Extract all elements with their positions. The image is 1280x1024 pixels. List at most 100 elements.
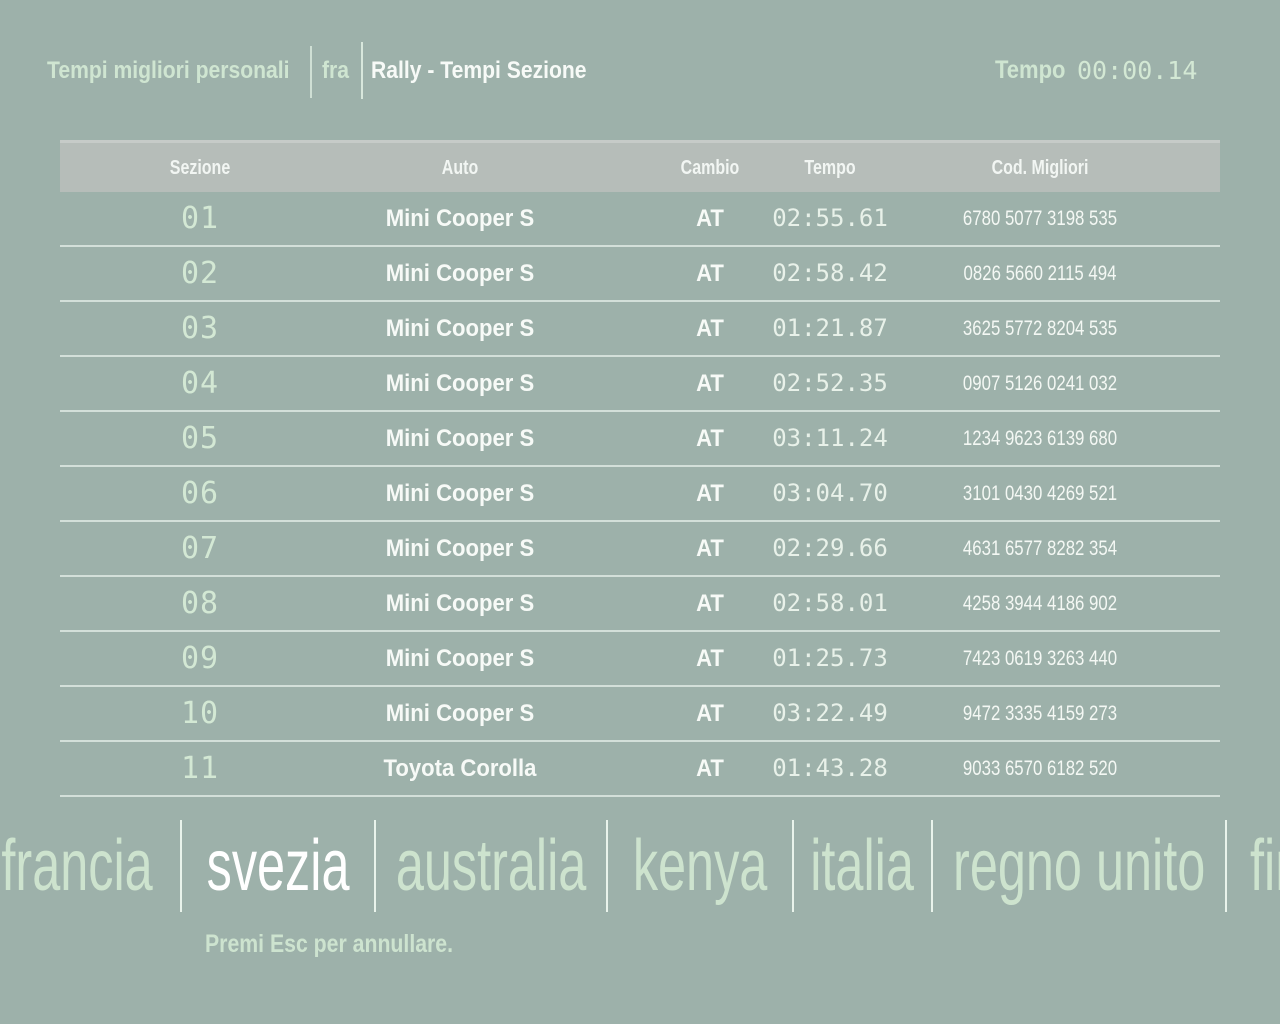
row-time: 01:21.87 [772,302,888,355]
row-car-name: Mini Cooper S [386,412,534,465]
country-tab-label: kenya [633,825,767,907]
page-subtitle: Rally - Tempi Sezione [371,57,587,85]
section-times-table: Sezione Auto Cambio Tempo Cod. Migliori … [60,140,1220,797]
row-section-number: 02 [181,247,219,300]
row-best-code: 1234 9623 6139 680 [963,412,1117,465]
header-divider [361,42,363,99]
row-section-number: 08 [181,577,219,630]
tab-divider [180,820,182,912]
country-tab-francia[interactable]: francia [0,818,181,914]
tab-divider [931,820,933,912]
table-row: 10 Mini Cooper S AT 03:22.49 9472 3335 4… [60,687,1220,742]
row-time: 03:22.49 [772,687,888,740]
table-row: 04 Mini Cooper S AT 02:52.35 0907 5126 0… [60,357,1220,412]
table-row: 02 Mini Cooper S AT 02:58.42 0826 5660 2… [60,247,1220,302]
row-gearbox: AT [696,412,724,465]
column-header-cambio: Cambio [681,143,740,193]
row-gearbox: AT [696,247,724,300]
row-section-number: 10 [181,687,219,740]
row-gearbox: AT [696,467,724,520]
row-time: 03:11.24 [772,412,888,465]
row-section-number: 06 [181,467,219,520]
row-car-name: Mini Cooper S [386,632,534,685]
row-gearbox: AT [696,522,724,575]
esc-hint-text: Premi Esc per annullare. [205,930,453,959]
country-tab-italia[interactable]: italia [793,818,932,914]
country-tab-label: australia [396,825,587,907]
row-gearbox: AT [696,687,724,740]
row-gearbox: AT [696,357,724,410]
row-best-code: 9033 6570 6182 520 [963,742,1117,795]
tab-divider [606,820,608,912]
country-tab-label: regno unito [953,825,1205,907]
table-row: 08 Mini Cooper S AT 02:58.01 4258 3944 4… [60,577,1220,632]
row-best-code: 3625 5772 8204 535 [963,302,1117,355]
country-tab-strip: francia svezia australia kenya italia re… [0,818,1280,914]
row-section-number: 05 [181,412,219,465]
row-section-number: 03 [181,302,219,355]
row-best-code: 4631 6577 8282 354 [963,522,1117,575]
language-tag: fra [322,57,349,85]
row-section-number: 01 [181,192,219,245]
table-row: 09 Mini Cooper S AT 01:25.73 7423 0619 3… [60,632,1220,687]
row-car-name: Mini Cooper S [386,522,534,575]
row-car-name: Toyota Corolla [384,742,537,795]
row-gearbox: AT [696,302,724,355]
country-tab-svezia[interactable]: svezia [181,818,375,914]
row-time: 02:55.61 [772,192,888,245]
country-tab-label: italia [811,825,915,907]
row-best-code: 9472 3335 4159 273 [963,687,1117,740]
row-gearbox: AT [696,742,724,795]
row-time: 03:04.70 [772,467,888,520]
country-tab-regno-unito[interactable]: regno unito [932,818,1226,914]
row-car-name: Mini Cooper S [386,357,534,410]
row-best-code: 6780 5077 3198 535 [963,192,1117,245]
column-header-auto: Auto [442,143,478,193]
table-row: 05 Mini Cooper S AT 03:11.24 1234 9623 6… [60,412,1220,467]
table-row: 03 Mini Cooper S AT 01:21.87 3625 5772 8… [60,302,1220,357]
row-time: 02:52.35 [772,357,888,410]
tab-divider [792,820,794,912]
country-tab-australia[interactable]: australia [375,818,607,914]
row-section-number: 07 [181,522,219,575]
country-tab-label: svezia [207,825,350,907]
row-time: 01:25.73 [772,632,888,685]
row-section-number: 04 [181,357,219,410]
row-best-code: 4258 3944 4186 902 [963,577,1117,630]
row-gearbox: AT [696,192,724,245]
row-time: 01:43.28 [772,742,888,795]
row-best-code: 0907 5126 0241 032 [963,357,1117,410]
row-car-name: Mini Cooper S [386,247,534,300]
row-gearbox: AT [696,577,724,630]
tab-divider [374,820,376,912]
row-time: 02:58.42 [772,247,888,300]
table-row: 11 Toyota Corolla AT 01:43.28 9033 6570 … [60,742,1220,797]
row-car-name: Mini Cooper S [386,467,534,520]
table-header-row: Sezione Auto Cambio Tempo Cod. Migliori [60,140,1220,192]
row-car-name: Mini Cooper S [386,687,534,740]
timer-label: Tempo [995,56,1065,85]
row-best-code: 7423 0619 3263 440 [963,632,1117,685]
row-best-code: 0826 5660 2115 494 [964,247,1117,300]
country-tab-label: finlandia [1250,825,1280,907]
row-time: 02:58.01 [772,577,888,630]
table-row: 06 Mini Cooper S AT 03:04.70 3101 0430 4… [60,467,1220,522]
tab-divider [1225,820,1227,912]
row-car-name: Mini Cooper S [386,302,534,355]
row-time: 02:29.66 [772,522,888,575]
country-tab-label: francia [2,825,153,907]
country-tab-kenya[interactable]: kenya [607,818,793,914]
country-tab-finlandia[interactable]: finlandia [1226,818,1280,914]
row-car-name: Mini Cooper S [386,577,534,630]
column-header-cod-migliori: Cod. Migliori [992,143,1089,193]
rally-times-screen: Tempi migliori personali fra Rally - Tem… [0,0,1280,1024]
page-title: Tempi migliori personali [47,57,290,85]
column-header-tempo: Tempo [804,143,855,193]
header-divider [310,46,312,98]
row-best-code: 3101 0430 4269 521 [963,467,1117,520]
row-car-name: Mini Cooper S [386,192,534,245]
table-row: 01 Mini Cooper S AT 02:55.61 6780 5077 3… [60,192,1220,247]
table-rows: 01 Mini Cooper S AT 02:55.61 6780 5077 3… [60,192,1220,797]
row-section-number: 11 [181,742,219,795]
column-header-sezione: Sezione [170,143,230,193]
